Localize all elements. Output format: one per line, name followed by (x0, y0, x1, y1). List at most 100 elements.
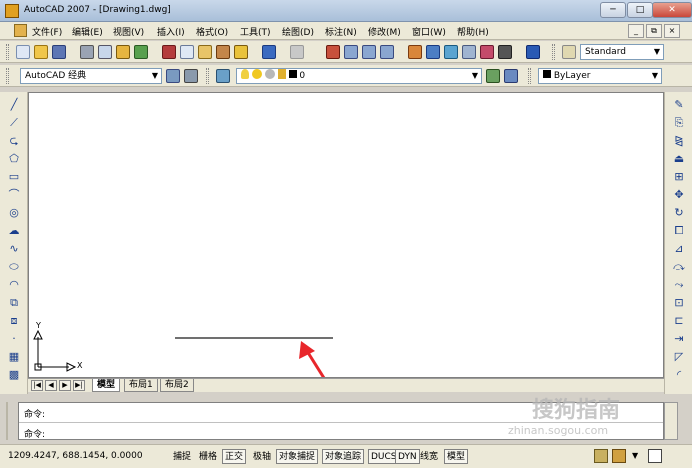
circle-icon[interactable]: ◎ (7, 206, 21, 220)
doc-minimize-button[interactable]: _ (628, 24, 644, 38)
polyline-icon[interactable]: ⮎ (7, 134, 21, 148)
document-icon[interactable] (14, 24, 27, 37)
communication-center-icon[interactable] (594, 449, 608, 463)
text-style-select[interactable]: Standard ▼ (580, 44, 664, 60)
point-icon[interactable]: · (7, 332, 21, 346)
revision-cloud-icon[interactable]: ☁ (7, 224, 21, 238)
make-layer-current-icon[interactable] (486, 69, 500, 83)
layer-select[interactable]: 0 ▼ (236, 68, 482, 84)
copy-icon[interactable] (180, 45, 194, 59)
erase-icon[interactable]: ✎ (672, 98, 686, 112)
tool-palettes-icon[interactable] (444, 45, 458, 59)
polygon-icon[interactable]: ⬠ (7, 152, 21, 166)
menu-modify[interactable]: 修改(M) (368, 25, 401, 38)
toolbar-grip[interactable] (6, 68, 9, 84)
redo-icon[interactable] (290, 45, 304, 59)
break-icon[interactable]: ⊏ (672, 314, 686, 328)
chamfer-icon[interactable]: ◸ (672, 350, 686, 364)
scale-icon[interactable]: ⧠ (672, 224, 686, 238)
doc-restore-button[interactable]: ⧉ (646, 24, 662, 38)
line-icon[interactable]: ╱ (7, 98, 21, 112)
toolbar-lock-icon[interactable] (612, 449, 626, 463)
menu-help[interactable]: 帮助(H) (457, 25, 489, 38)
paste-icon[interactable] (198, 45, 212, 59)
hatch-icon[interactable]: ▦ (7, 350, 21, 364)
layer-previous-icon[interactable] (504, 69, 518, 83)
menu-view[interactable]: 视图(V) (113, 25, 144, 38)
toolbar-grip[interactable] (6, 44, 9, 60)
match-properties-icon[interactable] (216, 45, 230, 59)
join-icon[interactable]: ⇥ (672, 332, 686, 346)
zoom-previous-icon[interactable] (380, 45, 394, 59)
tab-layout2[interactable]: 布局2 (160, 379, 194, 392)
command-window-grip[interactable] (6, 402, 14, 440)
menu-draw[interactable]: 绘图(D) (282, 25, 314, 38)
layer-manager-icon[interactable] (216, 69, 230, 83)
properties-icon[interactable] (408, 45, 422, 59)
undo-icon[interactable] (262, 45, 276, 59)
markup-icon[interactable] (480, 45, 494, 59)
block-editor-icon[interactable] (234, 45, 248, 59)
pan-icon[interactable] (326, 45, 340, 59)
zoom-window-icon[interactable] (362, 45, 376, 59)
menu-tools[interactable]: 工具(T) (240, 25, 271, 38)
minimize-button[interactable]: ─ (600, 2, 626, 18)
array-icon[interactable]: ⊞ (672, 170, 686, 184)
next-tab-button[interactable]: ▶ (59, 380, 71, 391)
zoom-realtime-icon[interactable] (344, 45, 358, 59)
dyn-toggle[interactable]: DYN (395, 449, 420, 464)
ellipse-icon[interactable]: ⬭ (7, 260, 21, 274)
coordinate-readout[interactable]: 1209.4247, 688.1454, 0.0000 (8, 451, 143, 461)
workspace-settings-icon[interactable] (166, 69, 180, 83)
menu-file[interactable]: 文件(F) (32, 25, 62, 38)
command-scrollbar[interactable] (664, 402, 678, 440)
model-toggle[interactable]: 模型 (444, 449, 469, 464)
status-menu-arrow-icon[interactable]: ▼ (632, 451, 638, 460)
grid-toggle[interactable]: 栅格 (196, 449, 220, 464)
move-icon[interactable]: ✥ (672, 188, 686, 202)
menu-window[interactable]: 窗口(W) (412, 25, 446, 38)
sheet-set-icon[interactable] (462, 45, 476, 59)
extend-icon[interactable]: ⤳ (672, 278, 686, 292)
help-icon[interactable] (526, 45, 540, 59)
new-icon[interactable] (16, 45, 30, 59)
tab-layout1[interactable]: 布局1 (124, 379, 158, 392)
menu-dimension[interactable]: 标注(N) (325, 25, 357, 38)
polar-toggle[interactable]: 极轴 (250, 449, 274, 464)
ortho-toggle[interactable]: 正交 (222, 449, 247, 464)
3d-dwf-icon[interactable] (134, 45, 148, 59)
menu-edit[interactable]: 编辑(E) (72, 25, 103, 38)
text-style-icon[interactable] (562, 45, 576, 59)
copy-object-icon[interactable]: ⎘ (672, 116, 686, 130)
rectangle-icon[interactable]: ▭ (7, 170, 21, 184)
doc-close-button[interactable]: × (664, 24, 680, 38)
rotate-icon[interactable]: ↻ (672, 206, 686, 220)
open-icon[interactable] (34, 45, 48, 59)
snap-toggle[interactable]: 捕捉 (170, 449, 194, 464)
fillet-icon[interactable]: ◜ (672, 368, 686, 382)
stretch-icon[interactable]: ⊿ (672, 242, 686, 256)
toolbar-grip[interactable] (552, 44, 555, 60)
color-select[interactable]: ByLayer ▼ (538, 68, 662, 84)
menu-insert[interactable]: 插入(I) (157, 25, 185, 38)
command-prompt[interactable]: 命令: (24, 427, 45, 440)
plot-icon[interactable] (80, 45, 94, 59)
menu-format[interactable]: 格式(O) (196, 25, 228, 38)
clean-screen-icon[interactable] (648, 449, 662, 463)
toolbar-grip[interactable] (206, 68, 209, 84)
calculator-icon[interactable] (498, 45, 512, 59)
otrack-toggle[interactable]: 对象追踪 (322, 449, 365, 464)
plot-preview-icon[interactable] (98, 45, 112, 59)
design-center-icon[interactable] (426, 45, 440, 59)
insert-block-icon[interactable]: ⧉ (7, 296, 21, 310)
workspace-select[interactable]: AutoCAD 经典 ▼ (20, 68, 162, 84)
last-tab-button[interactable]: ▶| (73, 380, 85, 391)
arc-icon[interactable]: ⌒ (7, 188, 21, 202)
drawing-canvas[interactable]: Y X (28, 92, 664, 378)
maximize-button[interactable]: □ (627, 2, 653, 18)
prev-tab-button[interactable]: ◀ (45, 380, 57, 391)
break-at-point-icon[interactable]: ⊡ (672, 296, 686, 310)
autocad-app-icon[interactable] (5, 4, 19, 18)
cut-icon[interactable] (162, 45, 176, 59)
publish-icon[interactable] (116, 45, 130, 59)
